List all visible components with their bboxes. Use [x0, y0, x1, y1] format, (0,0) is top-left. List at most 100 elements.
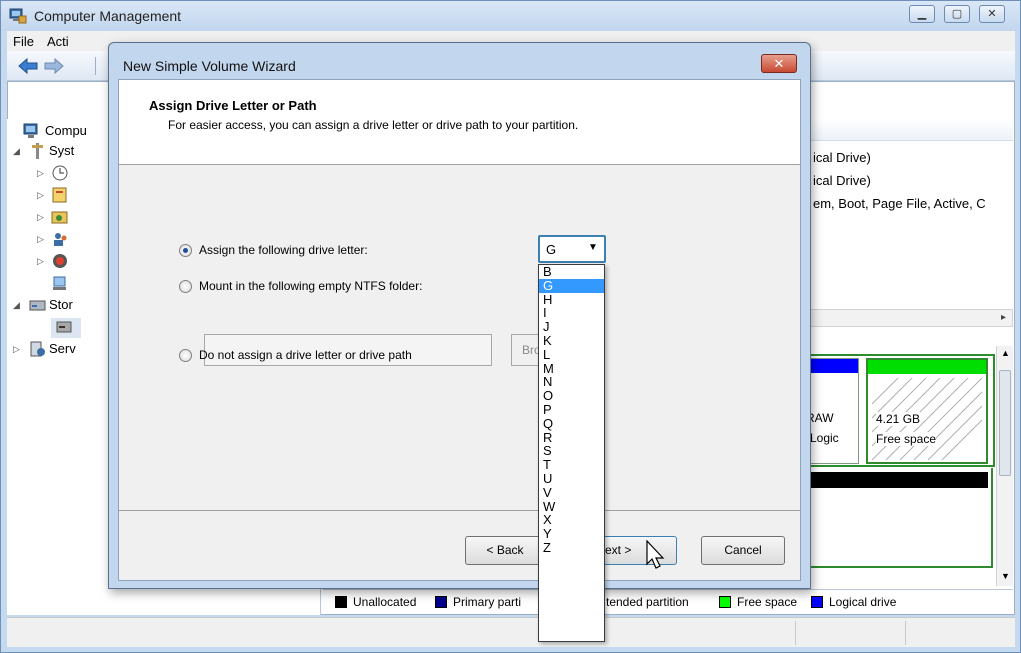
disk-management-icon	[56, 321, 72, 333]
drive-letter-option[interactable]: I	[539, 306, 604, 320]
legend-swatch	[719, 596, 731, 608]
partition-color-bar	[868, 360, 986, 374]
wizard-subheading: For easier access, you can assign a driv…	[168, 118, 579, 132]
partition-free-space[interactable]: 4.21 GB Free space	[866, 358, 988, 464]
legend-free-space: Free space	[719, 595, 797, 609]
forward-arrow-icon[interactable]	[43, 57, 65, 75]
device-manager-icon	[53, 276, 66, 290]
scroll-down-arrow-icon[interactable]: ▼	[1001, 571, 1010, 581]
cancel-button[interactable]: Cancel	[701, 536, 785, 565]
assign-letter-radio[interactable]	[179, 244, 192, 257]
volume-row[interactable]: ical Drive)	[813, 173, 871, 188]
maximize-button[interactable]: ▢	[944, 5, 970, 23]
drive-letter-option[interactable]: L	[539, 347, 604, 362]
drive-letter-option[interactable]: Z	[539, 541, 604, 555]
mount-folder-label[interactable]: Mount in the following empty NTFS folder…	[199, 279, 422, 293]
expand-arrow-icon[interactable]: ▷	[37, 256, 44, 267]
drive-letter-option[interactable]: W	[539, 499, 604, 514]
scroll-up-arrow-icon[interactable]: ▲	[1001, 348, 1010, 358]
legend-swatch	[335, 596, 347, 608]
partition-size: 4.21 GB	[876, 412, 921, 426]
performance-icon	[53, 254, 67, 268]
computer-management-icon	[9, 8, 27, 24]
volume-row[interactable]: em, Boot, Page File, Active, C	[813, 196, 986, 211]
status-divider	[905, 621, 906, 645]
minimize-button[interactable]: ▁	[909, 5, 935, 23]
assign-letter-label[interactable]: Assign the following drive letter:	[199, 243, 368, 257]
drive-letter-option[interactable]: P	[539, 403, 604, 417]
services-icon	[30, 341, 45, 357]
toolbar-separator	[95, 57, 96, 75]
expand-arrow-icon[interactable]: ▷	[37, 212, 44, 223]
main-titlebar[interactable]: Computer Management ▁ ▢ ✕	[1, 1, 1020, 31]
drive-letter-option[interactable]: O	[539, 389, 604, 403]
menu-action[interactable]: Acti	[47, 34, 69, 49]
status-divider	[795, 621, 796, 645]
back-arrow-icon[interactable]	[17, 57, 39, 75]
users-icon	[54, 233, 67, 246]
drive-letter-option[interactable]: Y	[539, 527, 604, 541]
legend-logical-drive: Logical drive	[811, 595, 896, 609]
tree-label: Syst	[49, 143, 75, 158]
tree-label: Serv	[49, 341, 76, 356]
menu-file[interactable]: File	[13, 34, 34, 49]
no-assign-label[interactable]: Do not assign a drive letter or drive pa…	[199, 348, 412, 362]
wizard-header: Assign Drive Letter or Path For easier a…	[119, 80, 800, 165]
wizard-heading: Assign Drive Letter or Path	[149, 98, 317, 113]
tree-item-disk-management[interactable]	[51, 318, 81, 338]
no-assign-radio[interactable]	[179, 349, 192, 362]
drive-letter-option[interactable]: N	[539, 375, 604, 389]
drive-letter-option[interactable]: M	[539, 361, 604, 376]
drive-letter-option[interactable]: X	[539, 513, 604, 527]
scroll-thumb[interactable]	[999, 370, 1011, 476]
expand-arrow-icon[interactable]: ▷	[37, 168, 44, 179]
legend-swatch	[435, 596, 447, 608]
expand-arrow-icon[interactable]: ▷	[37, 190, 44, 201]
drive-letter-option[interactable]: J	[539, 320, 604, 334]
scroll-right-arrow-icon[interactable]: ▸	[1001, 312, 1006, 323]
collapse-arrow-icon[interactable]: ◢	[13, 300, 20, 311]
disk-row-border	[801, 468, 993, 568]
partition-type: Free space	[876, 432, 937, 446]
expand-arrow-icon[interactable]: ▷	[13, 344, 20, 355]
drive-letter-option[interactable]: R	[539, 430, 604, 445]
mouse-cursor-icon	[646, 540, 665, 569]
wizard-title: New Simple Volume Wizard	[123, 58, 296, 74]
drive-letter-option[interactable]: H	[539, 292, 604, 307]
shared-folder-icon	[51, 211, 68, 224]
legend-unallocated: Unallocated	[335, 595, 416, 609]
wizard-body: Assign Drive Letter or Path For easier a…	[118, 79, 801, 581]
drive-letter-option[interactable]: K	[539, 334, 604, 348]
legend-primary-partition: Primary parti	[435, 595, 521, 609]
drive-letter-option[interactable]: Q	[539, 416, 604, 431]
tree-label: Compu	[45, 123, 87, 138]
partition-color-bar	[806, 359, 858, 373]
mount-folder-radio[interactable]	[179, 280, 192, 293]
drive-letter-option[interactable]: T	[539, 458, 604, 472]
vertical-scrollbar[interactable]: ▲ ▼	[996, 346, 1013, 586]
drive-letter-option[interactable]: U	[539, 472, 604, 486]
close-button[interactable]: ✕	[979, 5, 1005, 23]
main-window-title: Computer Management	[34, 8, 182, 24]
drive-letter-option[interactable]: B	[539, 265, 604, 279]
drive-letter-option[interactable]: S	[539, 444, 604, 458]
back-button[interactable]: < Back	[465, 536, 545, 565]
chevron-down-icon[interactable]: ▼	[588, 242, 598, 253]
legend-swatch	[811, 596, 823, 608]
storage-icon	[29, 300, 46, 311]
drive-letter-option[interactable]: V	[539, 485, 604, 500]
volume-row[interactable]: ical Drive)	[813, 150, 871, 165]
collapse-arrow-icon[interactable]: ◢	[13, 146, 20, 157]
computer-icon	[23, 123, 38, 138]
partition-raw[interactable]: RAW (Logic	[805, 358, 859, 464]
drive-letter-dropdown-list[interactable]: BGHIJKLMNOPQRSTUVWXYZ	[538, 264, 605, 642]
drive-letter-combobox[interactable]: G ▼	[538, 235, 606, 263]
event-viewer-icon	[52, 187, 67, 203]
legend-extended-partition: tended partition	[606, 595, 689, 609]
drive-letter-option[interactable]: G	[539, 278, 604, 293]
statusbar	[7, 617, 1015, 647]
new-simple-volume-wizard: New Simple Volume Wizard ✕ Assign Drive …	[108, 42, 811, 589]
clock-icon	[52, 165, 68, 181]
expand-arrow-icon[interactable]: ▷	[37, 234, 44, 245]
wizard-close-button[interactable]: ✕	[761, 54, 797, 73]
